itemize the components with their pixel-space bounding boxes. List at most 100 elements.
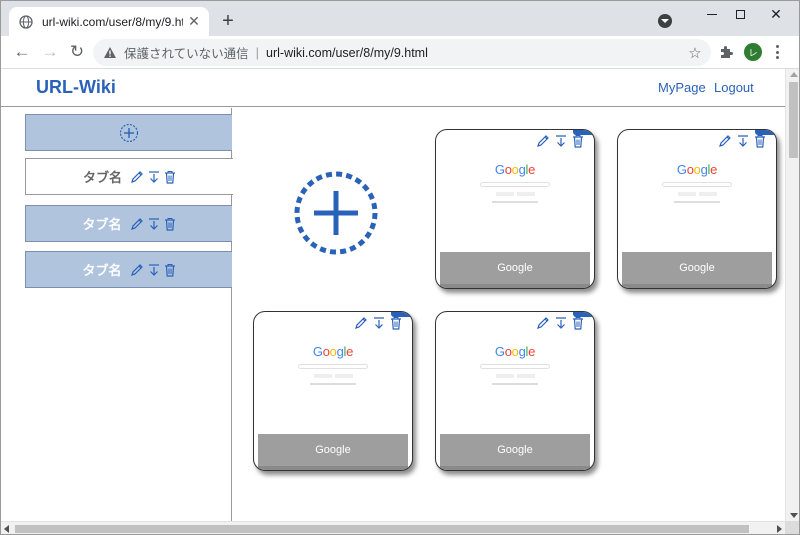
trash-icon[interactable]	[164, 217, 176, 231]
sidebar-tab-label: タブ名	[82, 217, 122, 232]
address-bar[interactable]: 保護されていない通信 | url-wiki.com/user/8/my/9.ht…	[93, 39, 711, 66]
profile-avatar[interactable]: レ	[744, 43, 762, 61]
download-arrow-icon[interactable]	[148, 217, 160, 231]
security-status[interactable]: 保護されていない通信	[124, 43, 249, 62]
tab-strip: url-wiki.com/user/8/my/9.html ✕ + ✕	[1, 1, 799, 36]
back-button[interactable]: ←	[10, 40, 34, 64]
minimize-icon	[707, 13, 717, 15]
pencil-icon[interactable]	[354, 316, 368, 330]
trash-icon[interactable]	[572, 134, 584, 148]
browser-tab[interactable]: url-wiki.com/user/8/my/9.html ✕	[9, 7, 209, 36]
thumbnail-search-box	[662, 182, 732, 187]
thumbnail-search-box	[298, 364, 368, 369]
page-thumbnail[interactable]: Google	[622, 152, 772, 252]
sidebar: タブ名 タブ名 タブ名	[1, 108, 233, 521]
trash-icon[interactable]	[754, 134, 766, 148]
card-footer	[440, 284, 590, 288]
download-arrow-icon[interactable]	[737, 134, 749, 148]
google-logo-thumbnail: Google	[312, 344, 354, 359]
pencil-icon[interactable]	[718, 134, 732, 148]
trash-icon[interactable]	[164, 170, 176, 184]
tab-close-icon[interactable]: ✕	[183, 11, 205, 33]
sidebar-tab-2[interactable]: タブ名	[25, 205, 232, 242]
thumbnail-button	[496, 374, 514, 378]
tab-title: url-wiki.com/user/8/my/9.html	[42, 14, 183, 29]
thumbnail-button	[699, 192, 717, 196]
thumbnail-footer-text	[492, 383, 538, 385]
kebab-menu-icon[interactable]	[772, 44, 782, 60]
scroll-left-arrow-icon[interactable]	[4, 525, 9, 533]
tab-search-icon[interactable]	[658, 14, 672, 28]
thumbnail-search-box	[480, 364, 550, 369]
bookmark-card[interactable]: Google Google	[435, 129, 595, 289]
scroll-right-arrow-icon[interactable]	[777, 525, 782, 533]
vertical-scrollbar[interactable]	[785, 69, 799, 521]
pencil-icon[interactable]	[130, 217, 144, 231]
horizontal-scrollbar[interactable]	[1, 521, 785, 534]
page-viewport: URL-Wiki MyPage Logout タブ名 タブ名 タブ名 Googl…	[1, 69, 785, 521]
pencil-icon[interactable]	[130, 263, 144, 277]
puzzle-icon[interactable]	[718, 44, 734, 60]
thumbnail-search-box	[480, 182, 550, 187]
google-logo-thumbnail: Google	[494, 344, 536, 359]
add-tab-button[interactable]	[25, 114, 232, 151]
star-icon[interactable]: ☆	[685, 44, 705, 62]
google-logo-thumbnail: Google	[494, 162, 536, 177]
pencil-icon[interactable]	[536, 316, 550, 330]
vertical-scroll-thumb[interactable]	[789, 82, 798, 158]
trash-icon[interactable]	[390, 316, 402, 330]
download-arrow-icon[interactable]	[148, 263, 160, 277]
warning-icon[interactable]	[103, 46, 117, 59]
card-footer	[440, 466, 590, 470]
site-logo[interactable]: URL-Wiki	[36, 77, 116, 98]
add-bookmark-button[interactable]	[294, 171, 378, 255]
download-arrow-icon[interactable]	[555, 316, 567, 330]
window-close-button[interactable]: ✕	[761, 4, 791, 24]
thumbnail-footer-text	[492, 201, 538, 203]
address-separator: |	[255, 45, 260, 60]
bookmark-grid: Google Google Google Google Google Googl…	[233, 108, 785, 521]
globe-icon	[19, 14, 33, 29]
download-arrow-icon[interactable]	[555, 134, 567, 148]
sidebar-tab-1[interactable]: タブ名	[25, 158, 233, 195]
horizontal-scroll-thumb[interactable]	[15, 525, 749, 533]
thumbnail-button	[314, 374, 332, 378]
trash-icon[interactable]	[164, 263, 176, 277]
thumbnail-footer-text	[310, 383, 356, 385]
card-title: Google	[258, 434, 408, 466]
bookmark-card[interactable]: Google Google	[253, 311, 413, 471]
maximize-button[interactable]	[725, 4, 755, 24]
card-tools	[718, 134, 766, 148]
pencil-icon[interactable]	[536, 134, 550, 148]
mypage-link[interactable]: MyPage	[658, 80, 706, 95]
page-thumbnail[interactable]: Google	[440, 334, 590, 434]
card-tools	[536, 316, 584, 330]
card-title: Google	[440, 434, 590, 466]
pencil-icon[interactable]	[130, 170, 144, 184]
reload-button[interactable]: ↻	[65, 40, 89, 64]
scrollbar-corner	[785, 521, 799, 534]
card-title: Google	[622, 252, 772, 284]
minimize-button[interactable]	[697, 4, 727, 24]
download-arrow-icon[interactable]	[373, 316, 385, 330]
thumbnail-button	[517, 192, 535, 196]
sidebar-tab-label: タブ名	[82, 170, 122, 185]
page-thumbnail[interactable]: Google	[258, 334, 408, 434]
url-text[interactable]: url-wiki.com/user/8/my/9.html	[266, 46, 685, 60]
scroll-up-arrow-icon[interactable]	[790, 72, 798, 77]
new-tab-button[interactable]: +	[217, 10, 239, 32]
browser-toolbar: ← → ↻ 保護されていない通信 | url-wiki.com/user/8/m…	[1, 36, 799, 69]
bookmark-card[interactable]: Google Google	[435, 311, 595, 471]
bookmark-card[interactable]: Google Google	[617, 129, 777, 289]
card-tools	[354, 316, 402, 330]
maximize-icon	[735, 9, 745, 19]
sidebar-tab-3[interactable]: タブ名	[25, 251, 232, 288]
trash-icon[interactable]	[572, 316, 584, 330]
google-logo-thumbnail: Google	[676, 162, 718, 177]
scroll-down-arrow-icon[interactable]	[790, 513, 798, 518]
forward-button[interactable]: →	[38, 40, 62, 64]
page-thumbnail[interactable]: Google	[440, 152, 590, 252]
download-arrow-icon[interactable]	[148, 170, 160, 184]
logout-link[interactable]: Logout	[714, 80, 754, 95]
site-header: URL-Wiki MyPage Logout	[1, 69, 785, 107]
